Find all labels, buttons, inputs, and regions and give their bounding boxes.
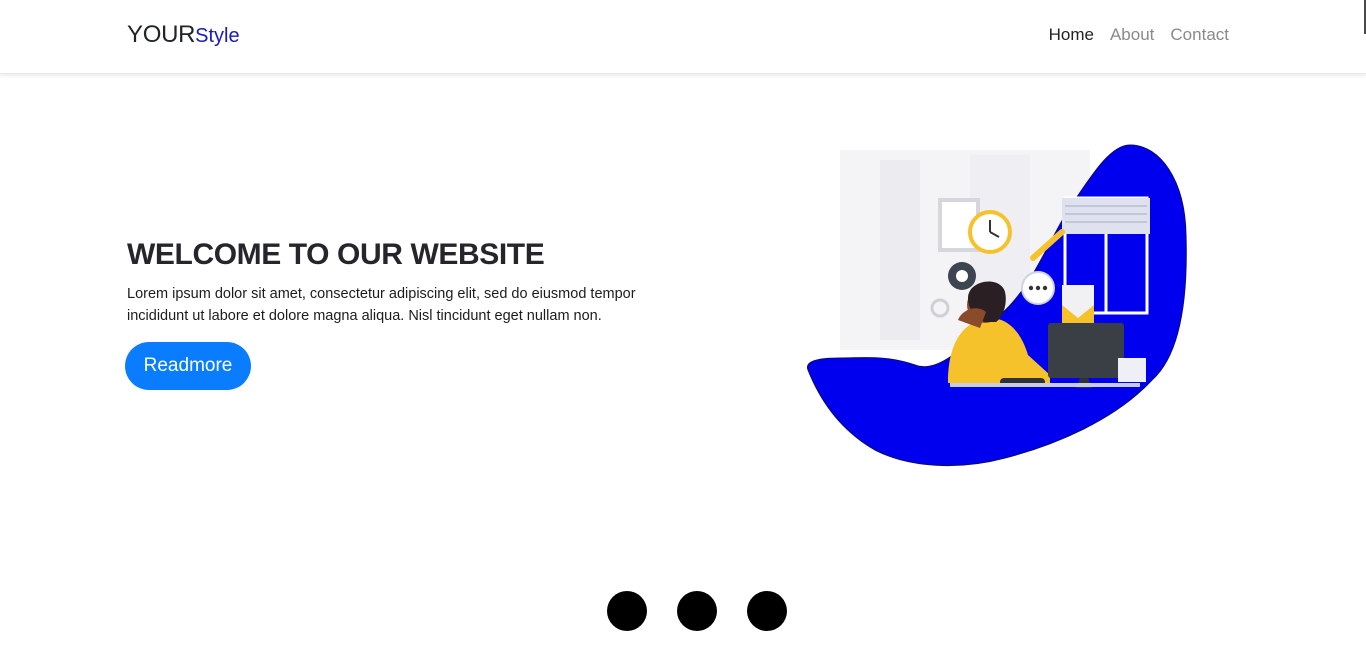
carousel-dot-1[interactable] — [607, 591, 647, 631]
carousel-dot-3[interactable] — [747, 591, 787, 631]
nav-link-about[interactable]: About — [1110, 25, 1154, 45]
nav-links: Home About Contact — [1049, 25, 1229, 45]
carousel-dot-2[interactable] — [677, 591, 717, 631]
support-agent-illustration — [806, 144, 1187, 467]
monitor-icon — [1048, 323, 1124, 378]
brand-accent-text: Style — [195, 25, 240, 47]
nav-link-contact[interactable]: Contact — [1170, 25, 1229, 45]
hero-title: WELCOME TO OUR WEBSITE — [127, 238, 545, 271]
carousel-indicators — [607, 591, 787, 631]
navbar: YOURStyle Home About Contact — [0, 0, 1366, 74]
nav-link-home[interactable]: Home — [1049, 25, 1094, 45]
hero-description: Lorem ipsum dolor sit amet, consectetur … — [127, 286, 636, 324]
brand-main-text: YOUR — [127, 21, 196, 48]
brand-logo[interactable]: YOURStyle — [127, 21, 240, 49]
readmore-button[interactable]: Readmore — [125, 342, 251, 390]
